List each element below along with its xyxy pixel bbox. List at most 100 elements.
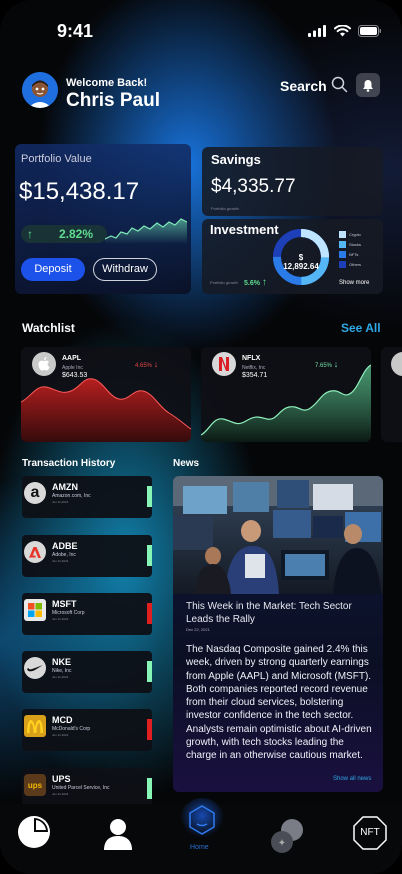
tab-portfolio-pie-icon[interactable]	[17, 815, 51, 849]
arrow-down-icon: ↓	[333, 359, 339, 369]
watchlist-card-aapl[interactable]: AAPL Apple Inc $643.53 4.65% ↓	[21, 347, 191, 442]
user-name: Chris Paul	[66, 90, 160, 111]
arrow-down-icon: ↓	[153, 359, 159, 369]
portfolio-value: $15,438.17	[19, 178, 140, 205]
adobe-logo-icon	[24, 541, 46, 563]
battery-icon	[358, 25, 381, 37]
legend-item: Stocks	[339, 239, 361, 249]
nft-label: NFT	[360, 827, 380, 838]
tab-nft[interactable]: NFT	[353, 816, 387, 850]
watch-symbol: NFLX	[242, 355, 261, 362]
news-body: The Nasdaq Composite gained 2.4% this we…	[186, 644, 372, 762]
legend-item: Others	[339, 259, 361, 269]
investment-legend: Crypto Stocks NFTs Others	[339, 229, 361, 269]
show-more-link[interactable]: Show more	[339, 280, 369, 286]
tx-date: Jun 11,2024	[52, 500, 69, 504]
portfolio-label: Portfolio Value	[21, 153, 92, 165]
news-card[interactable]: This Week in the Market: Tech Sector Lea…	[173, 476, 383, 792]
transaction-item[interactable]: MSFT Microsoft Corp Jun 11,2024	[22, 593, 152, 635]
transaction-item[interactable]: ADBE Adobe, Inc Jun 11,2024	[22, 535, 152, 577]
news-date: Dec 22, 2021	[186, 627, 210, 632]
tx-company: United Parcel Service, Inc	[52, 785, 110, 791]
search-button[interactable]: Search	[280, 78, 327, 94]
savings-card[interactable]: Savings $4,335.77 Portfolio growth	[202, 147, 383, 216]
tx-company: Amazon.com, Inc	[52, 493, 91, 499]
tx-company: McDonald's Corp	[52, 726, 91, 732]
portfolio-growth: 2.82%	[59, 227, 94, 241]
watch-symbol: AAPL	[62, 355, 82, 362]
nike-logo-icon	[24, 657, 46, 679]
tx-status-bar	[147, 545, 152, 566]
tx-status-bar	[147, 719, 152, 740]
tab-home-label[interactable]: Home	[190, 844, 209, 851]
apple-logo-icon	[32, 352, 56, 376]
legend-label: Stocks	[349, 241, 362, 247]
watchlist-card-nflx[interactable]: NFLX Netflix, Inc $354.71 7.65% ↓	[201, 347, 371, 442]
tx-date: Jun 11,2024	[52, 617, 69, 621]
legend-label: Crypto	[349, 231, 361, 237]
notifications-button[interactable]	[356, 73, 380, 97]
tx-date: Jun 11,2024	[52, 559, 69, 563]
netflix-logo-icon	[212, 352, 236, 376]
watch-change: 4.65% ↓	[135, 359, 159, 369]
investment-label: Investment	[210, 222, 279, 237]
savings-sublabel: Portfolio growth	[211, 206, 239, 211]
status-icons	[308, 25, 382, 37]
bell-icon	[363, 79, 373, 92]
app-screen: 9:41 Welcome Back! Chris Paul Search Por…	[0, 0, 402, 874]
arrow-up-icon: ↑	[27, 227, 33, 241]
investment-total: $ 12,892.64	[283, 253, 319, 271]
company-logo-icon	[391, 352, 402, 376]
savings-label: Savings	[211, 152, 261, 167]
tx-symbol: AMZN	[52, 482, 78, 492]
signal-icon	[308, 25, 326, 37]
status-time: 9:41	[57, 21, 94, 41]
tx-date: Jun 11,2024	[52, 792, 69, 796]
watch-company: Netflix, Inc	[242, 365, 266, 371]
show-all-news-link[interactable]: Show all news	[333, 776, 371, 782]
legend-label: NFTs	[349, 251, 359, 257]
savings-value: $4,335.77	[211, 176, 296, 197]
legend-label: Others	[349, 261, 362, 267]
tx-symbol: NKE	[52, 657, 72, 667]
transaction-item[interactable]: NKE Nike, Inc Jun 11,2024	[22, 651, 152, 693]
tab-profile-user-icon[interactable]	[104, 818, 132, 850]
tx-symbol: ADBE	[52, 541, 78, 551]
portfolio-growth-badge: ↑ 2.82%	[21, 225, 107, 243]
tx-date: Jun 11,2024	[52, 733, 69, 737]
legend-item: NFTs	[339, 249, 361, 259]
watch-company: Apple Inc	[62, 365, 83, 371]
mcdonalds-logo-icon	[24, 715, 46, 737]
tab-crypto-coins-icon[interactable]: ✦	[270, 818, 306, 854]
transaction-item[interactable]: MCD McDonald's Corp Jun 11,2024	[22, 709, 152, 751]
deposit-button[interactable]: Deposit	[21, 258, 85, 281]
news-section-title: News	[173, 458, 200, 469]
avatar-icon	[22, 72, 58, 108]
tx-status-bar	[147, 661, 152, 682]
tx-symbol: UPS	[52, 774, 71, 784]
tx-status-bar	[147, 603, 152, 624]
avatar[interactable]	[22, 72, 58, 108]
watch-price: $354.71	[242, 372, 268, 379]
tx-company: Nike, Inc	[52, 668, 72, 674]
transaction-item[interactable]: a AMZN Amazon.com, Inc Jun 11,2024	[22, 476, 152, 518]
arrow-up-icon: ↑	[261, 277, 267, 288]
tab-home-icon[interactable]	[180, 798, 224, 848]
news-headline[interactable]: This Week in the Market: Tech Sector Lea…	[186, 600, 381, 626]
investment-card[interactable]: Investment $ 12,892.64 Crypto Stocks NFT…	[202, 219, 383, 294]
portfolio-sparkline	[105, 218, 187, 244]
microsoft-logo-icon	[24, 599, 46, 621]
tx-company: Adobe, Inc	[52, 552, 76, 558]
watch-change: 7.65% ↓	[315, 359, 339, 369]
investment-growth: 5.6% ↑	[244, 277, 267, 288]
watchlist-card-partial[interactable]	[381, 347, 402, 442]
tx-date: Jun 11,2024	[52, 675, 69, 679]
search-icon[interactable]	[331, 76, 348, 93]
see-all-link[interactable]: See All	[341, 321, 381, 335]
legend-item: Crypto	[339, 229, 361, 239]
ups-logo-icon: ups	[24, 774, 46, 796]
tx-symbol: MCD	[52, 715, 73, 725]
svg-text:✦: ✦	[278, 838, 286, 849]
withdraw-button[interactable]: Withdraw	[93, 258, 157, 281]
tx-company: Microsoft Corp	[52, 610, 85, 616]
